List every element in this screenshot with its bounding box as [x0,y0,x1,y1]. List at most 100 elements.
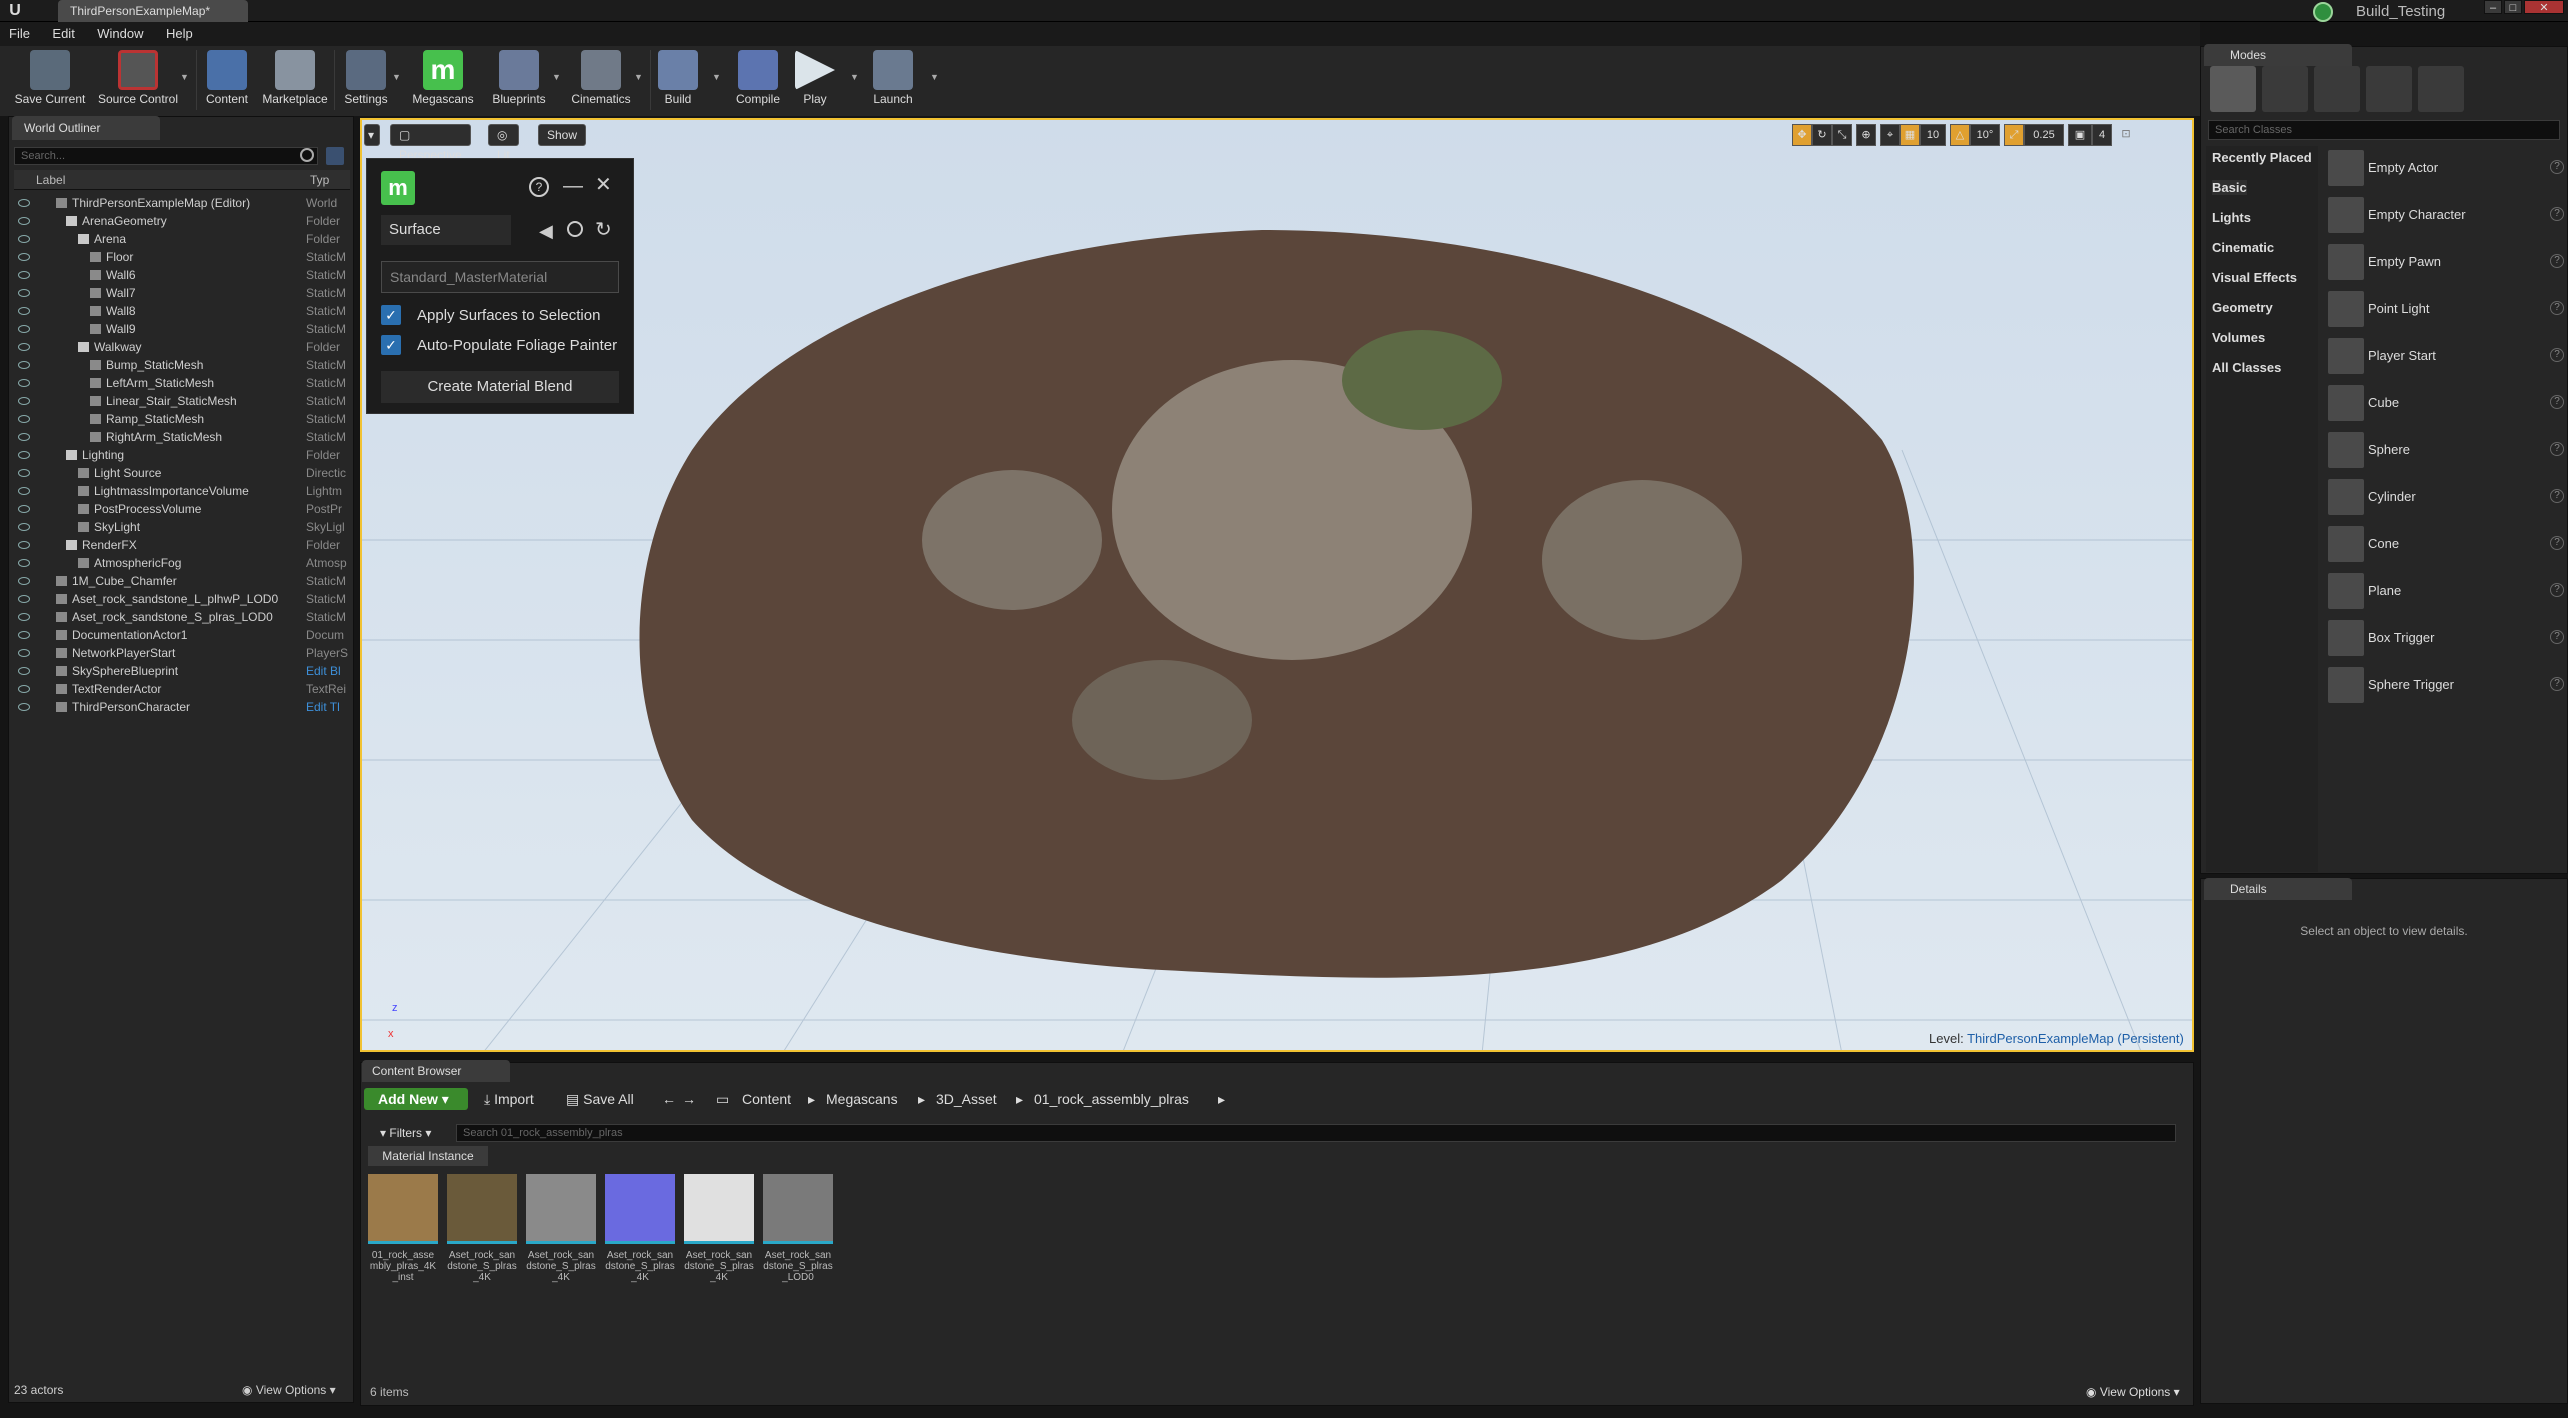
maximize-icon[interactable]: □ [2504,0,2522,14]
help-icon[interactable]: ? [2550,207,2564,221]
save-all-button[interactable]: ▤ Save All [566,1088,634,1110]
blueprints-button[interactable]: Blueprints [484,50,554,112]
arrow-left-icon[interactable]: ◀ [539,221,553,242]
visibility-eye-icon[interactable] [18,433,30,441]
visibility-eye-icon[interactable] [18,379,30,387]
apply-surfaces-checkbox[interactable]: ✓ [381,305,401,325]
place-actor-item[interactable]: Cone? [2324,522,2564,568]
outliner-row[interactable]: RightArm_StaticMesh StaticM [14,428,350,446]
outliner-row[interactable]: Light Source Directic [14,464,350,482]
outliner-row[interactable]: Floor StaticM [14,248,350,266]
place-actor-item[interactable]: Box Trigger? [2324,616,2564,662]
visibility-eye-icon[interactable] [18,631,30,639]
modes-category-item[interactable]: Cinematic [2212,240,2274,255]
visibility-eye-icon[interactable] [18,199,30,207]
perspective-button[interactable]: ▢ Perspective [390,124,471,162]
chevron-down-icon[interactable]: ▼ [180,72,189,82]
outliner-row[interactable]: RenderFX Folder [14,536,350,554]
visibility-eye-icon[interactable] [18,235,30,243]
modes-category-item[interactable]: Volumes [2212,330,2265,345]
breadcrumb-item[interactable]: Megascans [826,1088,898,1110]
outliner-row[interactable]: Walkway Folder [14,338,350,356]
visibility-eye-icon[interactable] [18,613,30,621]
place-actor-item[interactable]: Cube? [2324,381,2564,427]
surface-snap-icon[interactable]: ⌖ [1880,124,1900,146]
visibility-eye-icon[interactable] [18,271,30,279]
chevron-down-icon[interactable]: ▼ [392,72,401,82]
outliner-search-input[interactable]: Search... [14,147,318,165]
outliner-row[interactable]: Arena Folder [14,230,350,248]
source-control-button[interactable]: Source Control [96,50,180,112]
visibility-eye-icon[interactable] [18,649,30,657]
surface-dropdown[interactable]: Surface [381,215,511,245]
visibility-eye-icon[interactable] [18,703,30,711]
view-options-icon[interactable] [326,147,344,165]
close-panel-icon[interactable]: ✕ [595,175,615,195]
import-button[interactable]: ⤓ Import [484,1088,534,1110]
outliner-row[interactable]: Linear_Stair_StaticMesh StaticM [14,392,350,410]
visibility-eye-icon[interactable] [18,397,30,405]
filters-button[interactable]: ▾ Filters ▾ [380,1124,448,1142]
back-icon[interactable]: ← [662,1088,676,1110]
search-icon[interactable] [567,221,583,237]
outliner-row[interactable]: AtmosphericFog Atmosp [14,554,350,572]
asset-tile[interactable]: Aset_rock_sandstone_S_plras_4K [447,1174,517,1294]
visibility-eye-icon[interactable] [18,577,30,585]
visibility-eye-icon[interactable] [18,541,30,549]
modes-category-item[interactable]: Recently Placed [2212,150,2312,165]
asset-tile[interactable]: Aset_rock_sandstone_S_plras_4K [605,1174,675,1294]
help-icon[interactable]: ? [2550,442,2564,456]
asset-tile[interactable]: Aset_rock_sandstone_S_plras_4K [684,1174,754,1294]
outliner-row[interactable]: ThirdPersonCharacter Edit Tl [14,698,350,716]
save-current-button[interactable]: Save Current [10,50,90,112]
outliner-row[interactable]: ArenaGeometry Folder [14,212,350,230]
help-icon[interactable]: ? [2550,630,2564,644]
outliner-row[interactable]: Lighting Folder [14,446,350,464]
tab-modes[interactable]: Modes [2204,44,2352,66]
outliner-view-options[interactable]: ◉ View Options ▾ [242,1380,336,1400]
megascans-button[interactable]: m Megascans [410,50,476,112]
help-icon[interactable]: ? [2550,348,2564,362]
minimize-icon[interactable]: – [2484,0,2502,14]
translate-icon[interactable]: ✥ [1792,124,1812,146]
outliner-row[interactable]: SkyLight SkyLigl [14,518,350,536]
outliner-row-type[interactable]: Edit Bl [306,662,350,680]
play-button[interactable]: Play [792,50,838,112]
breadcrumb-item[interactable]: Content [742,1088,791,1110]
tab-details[interactable]: Details [2204,878,2352,900]
outliner-row[interactable]: DocumentationActor1 Docum [14,626,350,644]
outliner-row[interactable]: SkySphereBlueprint Edit Bl [14,662,350,680]
forward-icon[interactable]: → [682,1088,696,1110]
visibility-eye-icon[interactable] [18,505,30,513]
visibility-eye-icon[interactable] [18,487,30,495]
master-material-field[interactable]: Standard_MasterMaterial [381,261,619,293]
help-icon[interactable]: ? [2550,301,2564,315]
outliner-row[interactable]: Wall6 StaticM [14,266,350,284]
settings-button[interactable]: Settings [338,50,394,112]
filter-tag-material-instance[interactable]: Material Instance [368,1146,488,1166]
rotation-snap-value[interactable]: 10° [1970,124,2000,146]
menu-file[interactable]: File [0,22,39,41]
visibility-eye-icon[interactable] [18,217,30,225]
visibility-eye-icon[interactable] [18,451,30,459]
help-icon[interactable]: ? [2550,583,2564,597]
marketplace-button[interactable]: Marketplace [258,50,332,112]
modes-category-item[interactable]: Lights [2212,210,2251,225]
help-icon[interactable]: ? [2550,395,2564,409]
place-actor-item[interactable]: Sphere Trigger? [2324,663,2564,709]
visibility-eye-icon[interactable] [18,685,30,693]
level-viewport[interactable] [360,118,2194,1052]
help-icon[interactable]: ? [2550,489,2564,503]
landscape-mode-icon[interactable] [2314,66,2360,112]
minimize-panel-icon[interactable]: — [563,176,583,197]
grid-snap-value[interactable]: 10 [1920,124,1946,146]
chevron-down-icon[interactable]: ▼ [634,72,643,82]
breadcrumb-separator-icon[interactable]: ▸ [1016,1088,1023,1110]
outliner-row[interactable]: Wall9 StaticM [14,320,350,338]
menu-window[interactable]: Window [88,22,152,41]
outliner-row[interactable]: ThirdPersonExampleMap (Editor) World [14,194,350,212]
breadcrumb-separator-icon[interactable]: ▸ [808,1088,815,1110]
auto-populate-checkbox[interactable]: ✓ [381,335,401,355]
chevron-down-icon[interactable]: ▼ [930,72,939,82]
place-actor-item[interactable]: Empty Character? [2324,193,2564,239]
